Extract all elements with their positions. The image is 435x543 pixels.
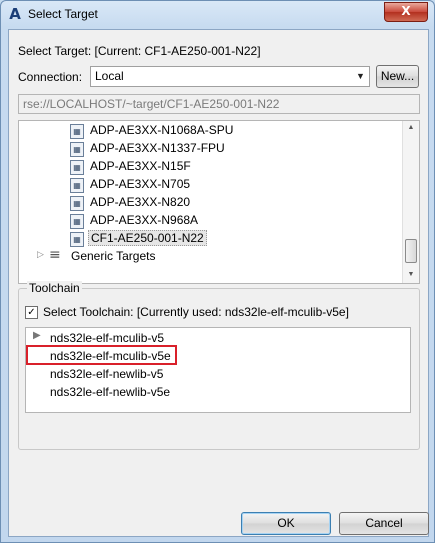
toolchain-group-title: Toolchain [27, 281, 82, 295]
ok-button[interactable]: OK [241, 512, 331, 535]
toolchain-list[interactable]: ▶ nds32le-elf-mculib-v5 nds32le-elf-mcul… [25, 327, 411, 413]
target-chip-icon: ▦ [70, 178, 84, 193]
connection-dropdown[interactable]: Local ▼ [90, 66, 370, 87]
target-chip-icon: ▦ [70, 142, 84, 157]
target-chip-icon: ▦ [70, 214, 84, 229]
title-bar: A Select Target X [1, 1, 434, 27]
tree-item-label: ADP-AE3XX-N820 [90, 195, 191, 209]
tree-item-label: CF1-AE250-001-N22 [88, 230, 207, 246]
pointer-arrow-icon: ▶ [33, 330, 41, 341]
scrollbar-thumb[interactable] [405, 239, 417, 263]
list-item[interactable]: nds32le-elf-newlib-v5 [26, 365, 410, 383]
toolchain-group: Toolchain ✓ Select Toolchain: [Currently… [18, 281, 420, 450]
new-connection-button[interactable]: New... [376, 65, 419, 88]
list-item[interactable]: nds32le-elf-newlib-v5e [26, 383, 410, 401]
scroll-down-icon[interactable]: ▼ [403, 268, 419, 282]
select-toolchain-checkbox[interactable]: ✓ [25, 306, 38, 319]
tree-item-label: ADP-AE3XX-N968A [90, 213, 199, 227]
target-chip-icon: ▦ [70, 124, 84, 139]
select-target-dialog: A Select Target X Select Target: [Curren… [0, 0, 435, 543]
target-chip-icon: ▦ [70, 160, 84, 175]
close-button[interactable]: X [384, 2, 428, 22]
window-title: Select Target [28, 7, 98, 21]
tree-group-generic-targets[interactable]: ▷ ≡ Generic Targets [37, 247, 237, 266]
tree-item-label: ADP-AE3XX-N1068A-SPU [90, 123, 234, 137]
list-item-label: nds32le-elf-mculib-v5 [50, 331, 165, 345]
select-toolchain-label[interactable]: Select Toolchain: [Currently used: nds32… [43, 305, 349, 319]
list-item-label: nds32le-elf-newlib-v5e [50, 385, 171, 399]
target-chip-icon: ▦ [70, 196, 84, 211]
dialog-content: Select Target: [Current: CF1-AE250-001-N… [8, 29, 429, 537]
connection-label: Connection: [18, 70, 83, 84]
annotation-highlight-box [26, 345, 177, 365]
tree-item-label: ADP-AE3XX-N705 [90, 177, 191, 191]
select-target-label: Select Target: [Current: CF1-AE250-001-N… [18, 44, 261, 58]
target-tree[interactable]: ▦ ADP-AE3XX-N1068A-SPU ▦ ADP-AE3XX-N1337… [18, 120, 420, 284]
tree-item-label: ADP-AE3XX-N15F [90, 159, 191, 173]
target-uri-field[interactable]: rse://LOCALHOST/~target/CF1-AE250-001-N2… [18, 94, 420, 114]
connection-value: Local [95, 69, 124, 83]
chevron-down-icon[interactable]: ▼ [353, 68, 368, 85]
tree-item-label: ADP-AE3XX-N1337-FPU [90, 141, 225, 155]
expand-arrow-icon[interactable]: ▷ [37, 249, 44, 260]
scroll-up-icon[interactable]: ▲ [403, 121, 419, 135]
target-chip-icon: ▦ [70, 232, 84, 247]
tree-scrollbar[interactable]: ▲ ▼ [402, 121, 419, 283]
target-uri-text: rse://LOCALHOST/~target/CF1-AE250-001-N2… [23, 97, 280, 111]
cancel-button[interactable]: Cancel [339, 512, 429, 535]
list-item-label: nds32le-elf-newlib-v5 [50, 367, 164, 381]
tree-group-label: Generic Targets [71, 249, 156, 263]
generic-targets-icon: ≡ [49, 247, 61, 263]
app-logo-icon: A [9, 5, 21, 23]
